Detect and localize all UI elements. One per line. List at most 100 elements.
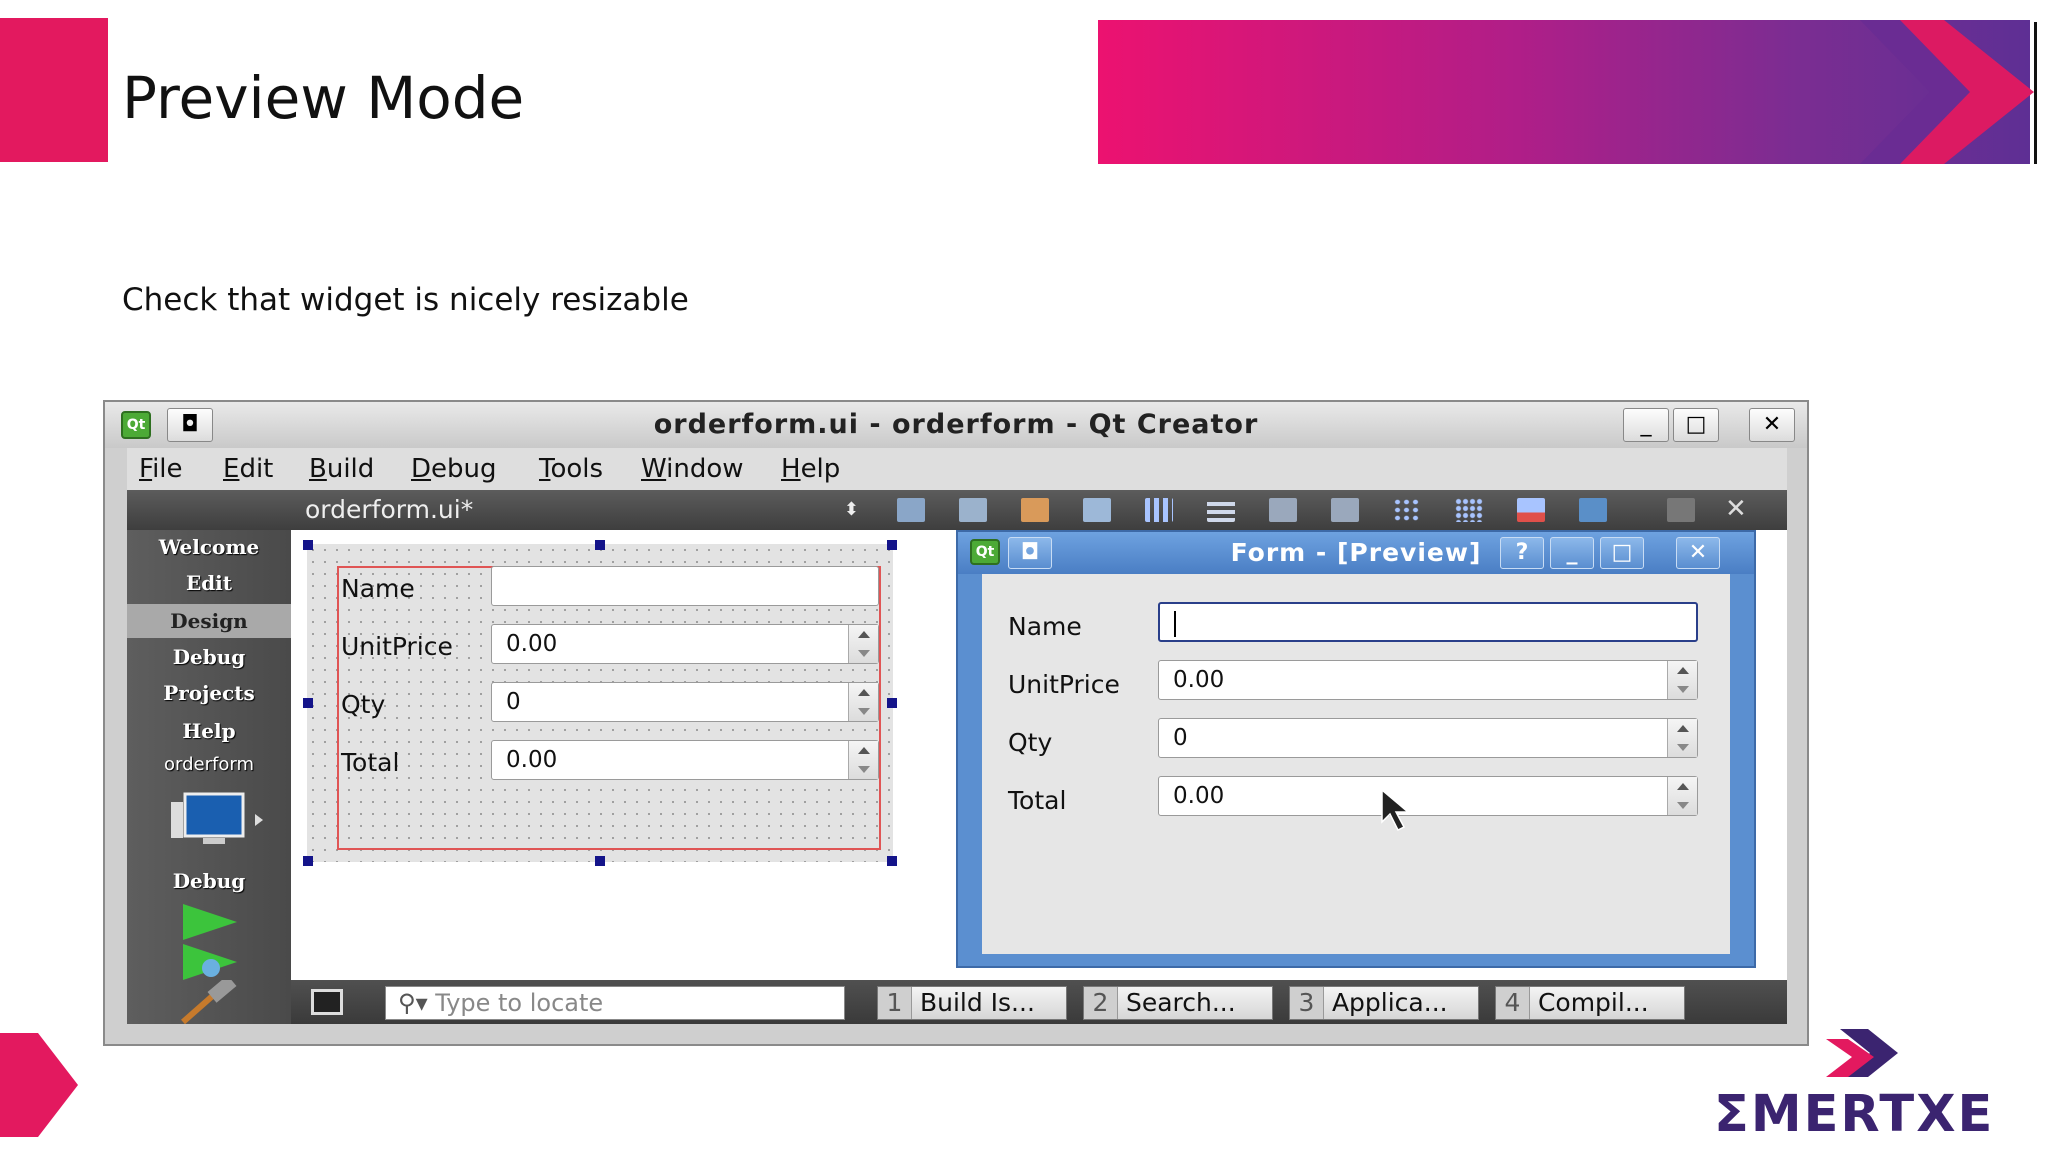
layout-vertical-icon[interactable] xyxy=(1207,498,1235,522)
resize-handle[interactable] xyxy=(303,856,313,866)
field-label: Total xyxy=(1008,786,1067,815)
resize-handle[interactable] xyxy=(595,540,605,550)
footer-arrow-icon xyxy=(0,1033,78,1137)
text-caret xyxy=(1174,610,1176,637)
spin-arrows-icon[interactable] xyxy=(848,683,878,721)
qty-spinbox[interactable]: 0 xyxy=(491,682,879,722)
slide-title: Preview Mode xyxy=(122,64,525,132)
locator-input[interactable]: ⚲▾ Type to locate xyxy=(385,986,845,1020)
qt-creator-window: Qt ◘ orderform.ui - orderform - Qt Creat… xyxy=(103,400,1809,1046)
mode-debug[interactable]: Debug xyxy=(127,640,291,674)
mode-sidebar: Welcome Edit Design Debug Projects Help … xyxy=(127,530,291,1024)
menu-bar: File Edit Build Debug Tools Window Help xyxy=(127,448,1787,490)
close-button[interactable]: ✕ xyxy=(1749,408,1795,442)
design-canvas[interactable]: Name UnitPrice 0.00 Qty 0 Total 0.00 Qt … xyxy=(291,530,1787,980)
field-label: Qty xyxy=(1008,728,1053,757)
menu-debug[interactable]: Debug xyxy=(411,454,497,484)
toggle-sidebar-icon[interactable] xyxy=(311,989,343,1015)
menu-build[interactable]: Build xyxy=(309,454,374,484)
field-label: Name xyxy=(1008,612,1082,641)
spin-arrows-icon[interactable] xyxy=(1667,777,1697,815)
resize-handle[interactable] xyxy=(303,540,313,550)
field-label: UnitPrice xyxy=(1008,670,1120,699)
spin-arrows-icon[interactable] xyxy=(1667,719,1697,757)
minimize-button[interactable]: _ xyxy=(1623,408,1669,442)
resize-handle[interactable] xyxy=(595,856,605,866)
edit-buddies-icon[interactable] xyxy=(1021,498,1049,522)
build-hammer-icon[interactable] xyxy=(177,980,241,1024)
monitor-icon[interactable] xyxy=(167,792,267,848)
slide: Preview Mode Check that widget is nicely… xyxy=(0,0,2048,1152)
mouse-cursor-icon xyxy=(1381,788,1411,832)
preview-total-spinbox[interactable]: 0.00 xyxy=(1158,776,1698,816)
resize-handle[interactable] xyxy=(887,856,897,866)
preview-help-button[interactable]: ? xyxy=(1500,537,1544,569)
preview-titlebar[interactable]: Qt ◘ Form - [Preview] ? _ □ ✕ xyxy=(958,532,1754,574)
file-combo[interactable]: orderform.ui* ⬍ xyxy=(297,492,869,528)
menu-help[interactable]: Help xyxy=(781,454,840,484)
emertxe-logo-icon xyxy=(1826,1029,1898,1077)
mode-projects[interactable]: Projects xyxy=(127,676,291,710)
slide-subtitle: Check that widget is nicely resizable xyxy=(122,282,689,318)
preview-window[interactable]: Qt ◘ Form - [Preview] ? _ □ ✕ Name UnitP… xyxy=(956,530,1756,968)
preview-close-button[interactable]: ✕ xyxy=(1676,537,1720,569)
name-input[interactable] xyxy=(491,566,879,606)
preview-name-input[interactable] xyxy=(1158,602,1698,642)
preview-maximize-button[interactable]: □ xyxy=(1600,537,1644,569)
output-tab-build-issues[interactable]: 1 Build Is... xyxy=(877,986,1067,1020)
adjust-size-icon[interactable] xyxy=(1579,498,1607,522)
resize-handle[interactable] xyxy=(303,698,313,708)
menu-file[interactable]: File xyxy=(139,454,183,484)
company-logo: ΣMERTXE xyxy=(1714,1085,1995,1144)
break-layout-icon[interactable] xyxy=(1517,498,1545,522)
mode-design[interactable]: Design xyxy=(127,604,291,638)
spin-arrows-icon[interactable] xyxy=(848,625,878,663)
lock-icon xyxy=(1667,498,1695,522)
build-config-label: Debug xyxy=(172,869,246,893)
maximize-button[interactable]: □ xyxy=(1673,408,1719,442)
edit-widgets-icon[interactable] xyxy=(897,498,925,522)
output-tab-application[interactable]: 3 Applica... xyxy=(1289,986,1479,1020)
updown-icon: ⬍ xyxy=(843,499,859,520)
field-label: Qty xyxy=(341,690,386,719)
preview-body: Name UnitPrice 0.00 Qty 0 Total 0.00 xyxy=(982,574,1730,954)
debug-run-icon[interactable] xyxy=(181,942,241,982)
layout-grid-icon[interactable] xyxy=(1455,498,1483,522)
edit-signals-icon[interactable] xyxy=(959,498,987,522)
field-label: UnitPrice xyxy=(341,632,453,661)
menu-edit[interactable]: Edit xyxy=(223,454,273,484)
total-spinbox[interactable]: 0.00 xyxy=(491,740,879,780)
window-title: orderform.ui - orderform - Qt Creator xyxy=(653,409,1259,440)
window-titlebar[interactable]: Qt ◘ orderform.ui - orderform - Qt Creat… xyxy=(105,402,1807,448)
output-tab-search[interactable]: 2 Search... xyxy=(1083,986,1273,1020)
header-divider xyxy=(2034,22,2037,164)
field-label: Total xyxy=(341,748,400,777)
chevron-icon xyxy=(1860,20,2034,164)
menu-window[interactable]: Window xyxy=(641,454,744,484)
field-label: Name xyxy=(341,574,415,603)
output-bar: ⚲▾ Type to locate 1 Build Is... 2 Search… xyxy=(291,980,1787,1024)
layout-horizontal-icon[interactable] xyxy=(1145,498,1173,522)
resize-handle[interactable] xyxy=(887,540,897,550)
mode-welcome[interactable]: Welcome xyxy=(127,530,291,564)
search-icon: ⚲▾ xyxy=(398,989,428,1017)
close-document-icon[interactable]: ✕ xyxy=(1725,494,1747,524)
project-name: orderform xyxy=(164,754,254,775)
menu-tools[interactable]: Tools xyxy=(539,454,603,484)
resize-handle[interactable] xyxy=(887,698,897,708)
splitter-horizontal-icon[interactable] xyxy=(1269,498,1297,522)
unitprice-spinbox[interactable]: 0.00 xyxy=(491,624,879,664)
layout-form-icon[interactable] xyxy=(1393,498,1421,522)
splitter-vertical-icon[interactable] xyxy=(1331,498,1359,522)
spin-arrows-icon[interactable] xyxy=(848,741,878,779)
output-tab-compile[interactable]: 4 Compil... xyxy=(1495,986,1685,1020)
preview-unitprice-spinbox[interactable]: 0.00 xyxy=(1158,660,1698,700)
mode-help[interactable]: Help xyxy=(127,714,291,748)
preview-minimize-button[interactable]: _ xyxy=(1550,537,1594,569)
spin-arrows-icon[interactable] xyxy=(1667,661,1697,699)
mode-edit[interactable]: Edit xyxy=(127,566,291,600)
run-icon[interactable] xyxy=(181,902,241,942)
designer-toolbar: orderform.ui* ⬍ ✕ xyxy=(127,490,1787,530)
preview-qty-spinbox[interactable]: 0 xyxy=(1158,718,1698,758)
edit-tab-order-icon[interactable] xyxy=(1083,498,1111,522)
